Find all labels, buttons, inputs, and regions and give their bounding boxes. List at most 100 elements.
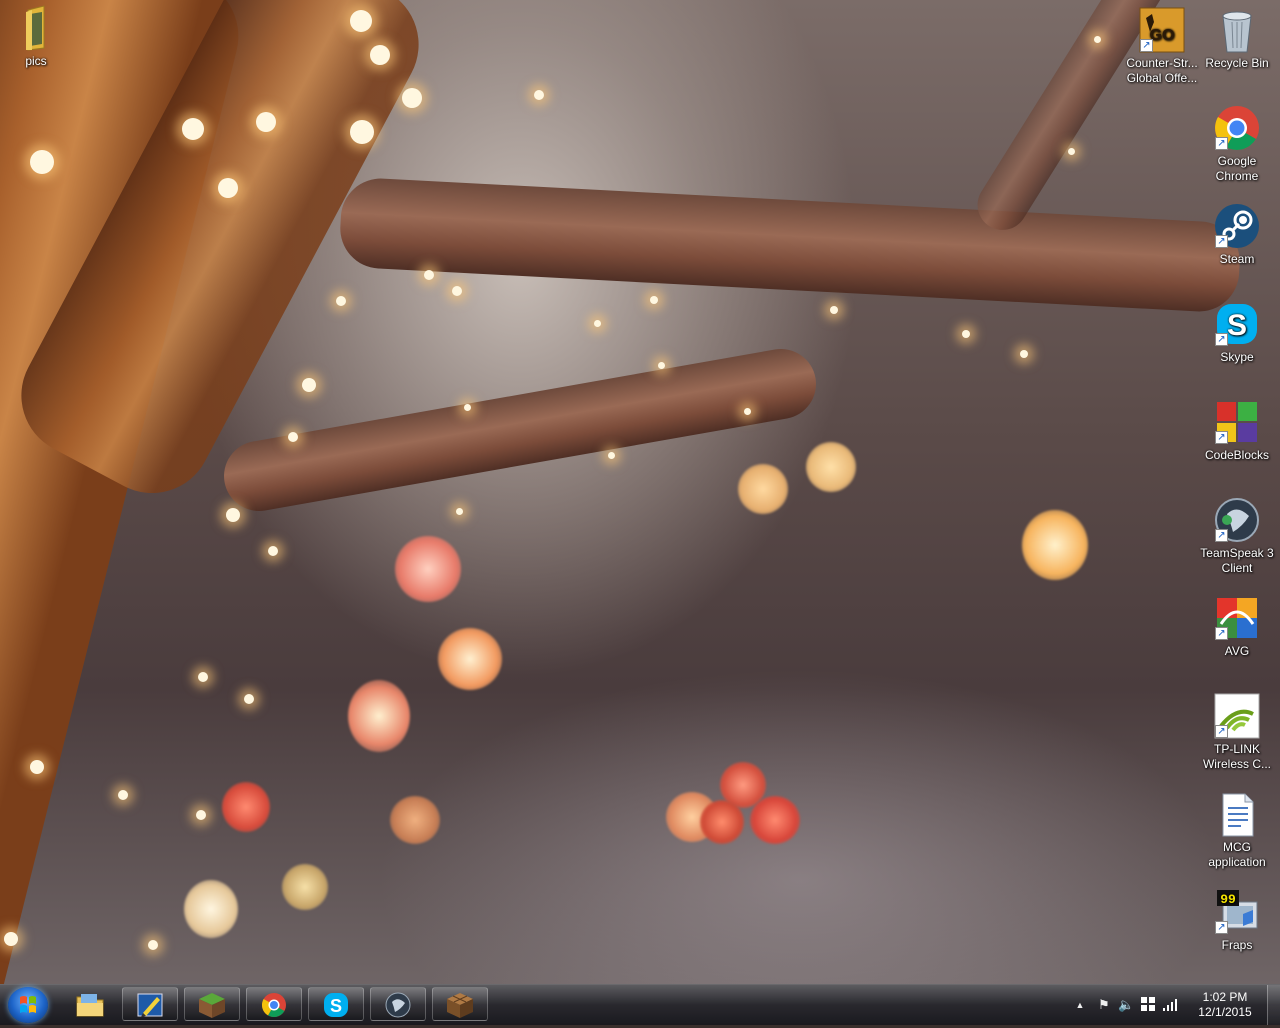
string-light-bulb [118,790,128,800]
string-light-bulb [1094,36,1101,43]
desktop-icon-google-chrome[interactable]: ↗ Google Chrome [1197,104,1277,184]
show-desktop-button[interactable] [1267,985,1280,1025]
system-tray: ▲ ⚑ 🔈 1:02 PM 12/1/2015 [1060,985,1280,1025]
shortcut-arrow-icon: ↗ [1215,725,1228,738]
taskbar-button-teamspeak[interactable] [370,987,426,1021]
bokeh-light [1022,510,1088,580]
recycle-bin-icon [1213,6,1261,54]
skype-icon: S ↗ [1213,300,1261,348]
string-light-bulb [288,432,298,442]
action-center-flag-icon[interactable]: ⚑ [1096,997,1112,1013]
string-light-bulb [744,408,751,415]
steam-icon: ↗ [1213,202,1261,250]
desktop-icon-label: Fraps [1221,938,1253,952]
teamspeak-icon: ↗ [1213,496,1261,544]
string-light-bulb [1020,350,1028,358]
desktop-icon-label: MCG application [1208,840,1266,869]
taskbar-button-skype[interactable]: S [308,987,364,1021]
desktop-icon-label: TeamSpeak 3 Client [1200,546,1274,575]
desktop-icon-pics[interactable]: pics [0,4,76,69]
taskbar-button-minecraft[interactable] [184,987,240,1021]
desktop-icon-label: pics [25,54,47,68]
string-light-bulb [268,546,278,556]
string-light-bulb [218,178,238,198]
shortcut-arrow-icon: ↗ [1215,921,1228,934]
string-light-bulb [594,320,601,327]
desktop-icon-label: Counter-Str... Global Offe... [1126,56,1198,85]
string-light-bulb [198,672,208,682]
desktop-icon-mcg-application[interactable]: MCG application [1197,790,1277,870]
pen-icon [137,993,163,1017]
taskbar-button-crafting[interactable] [432,987,488,1021]
desktop-wallpaper [0,0,1280,984]
desktop-icon-steam[interactable]: ↗ Steam [1197,202,1277,267]
desktop-icon-fraps[interactable]: 99 ↗ Fraps [1197,888,1277,953]
skype-icon: S [324,993,348,1017]
string-light-bulb [256,112,276,132]
bokeh-light [438,628,502,690]
start-button[interactable] [8,987,48,1023]
avg-icon: ↗ [1213,594,1261,642]
taskbar-button-explorer[interactable] [62,987,118,1021]
folder-icon [12,4,60,52]
taskbar-button-editor[interactable] [122,987,178,1021]
desktop-icon-counter-strike[interactable]: GO ↗ Counter-Str... Global Offe... [1122,6,1202,86]
desktop-icon-label: Google Chrome [1215,154,1259,183]
volume-icon[interactable]: 🔈 [1118,997,1134,1013]
tplink-wireless-icon: ↗ [1213,692,1261,740]
string-light-bulb [350,120,374,144]
string-light-bulb [402,88,422,108]
clock-time: 1:02 PM [1202,990,1248,1004]
string-light-bulb [148,940,158,950]
bokeh-light [390,796,440,844]
clock[interactable]: 1:02 PM 12/1/2015 [1190,990,1260,1020]
shortcut-arrow-icon: ↗ [1215,627,1228,640]
desktop-icon-recycle-bin[interactable]: Recycle Bin [1197,6,1277,71]
clock-date: 12/1/2015 [1198,1005,1252,1019]
windows-icon[interactable] [1140,997,1156,1013]
string-light-bulb [350,10,372,32]
desktop-icon-skype[interactable]: S ↗ Skype [1197,300,1277,365]
string-light-bulb [30,760,44,774]
shortcut-arrow-icon: ↗ [1215,137,1228,150]
desktop-icon-codeblocks[interactable]: ↗ CodeBlocks [1197,398,1277,463]
bokeh-light [738,464,788,514]
shortcut-arrow-icon: ↗ [1215,235,1228,248]
crafting-table-icon [447,993,473,1018]
desktop-icon-label: TP-LINK Wireless C... [1202,742,1271,771]
bokeh-light [184,880,238,938]
string-light-bulb [650,296,658,304]
shortcut-arrow-icon: ↗ [1215,529,1228,542]
desktop-icon-avg[interactable]: ↗ AVG [1197,594,1277,659]
windows-logo-icon [20,996,36,1013]
svg-text:GO: GO [1150,27,1175,44]
wallpaper-branch-lower [218,343,822,517]
string-light-bulb [464,404,471,411]
taskbar-button-chrome[interactable] [246,987,302,1021]
bokeh-light [750,796,800,844]
fraps-icon: 99 ↗ [1213,888,1261,936]
desktop-icon-tplink-wireless[interactable]: ↗ TP-LINK Wireless C... [1197,692,1277,772]
string-light-bulb [182,118,204,140]
chrome-icon: ↗ [1213,104,1261,152]
network-signal-icon[interactable] [1162,997,1178,1013]
bokeh-light [282,864,328,910]
folder-icon [76,994,104,1017]
bokeh-light [222,782,270,832]
show-hidden-icons-icon[interactable]: ▲ [1072,997,1088,1013]
string-light-bulb [4,932,18,946]
desktop-icon-label: CodeBlocks [1204,448,1270,462]
desktop-icon-label: Steam [1219,252,1255,266]
shortcut-arrow-icon: ↗ [1140,39,1153,52]
string-light-bulb [244,694,254,704]
desktop-icon-teamspeak[interactable]: ↗ TeamSpeak 3 Client [1197,496,1277,576]
string-light-bulb [452,286,462,296]
string-light-bulb [830,306,838,314]
wallpaper-branch-upper [338,176,1242,314]
bokeh-light [348,680,410,752]
teamspeak-icon [385,992,411,1018]
string-light-bulb [336,296,346,306]
string-light-bulb [196,810,206,820]
csgo-icon: GO ↗ [1138,6,1186,54]
document-icon [1213,790,1261,838]
